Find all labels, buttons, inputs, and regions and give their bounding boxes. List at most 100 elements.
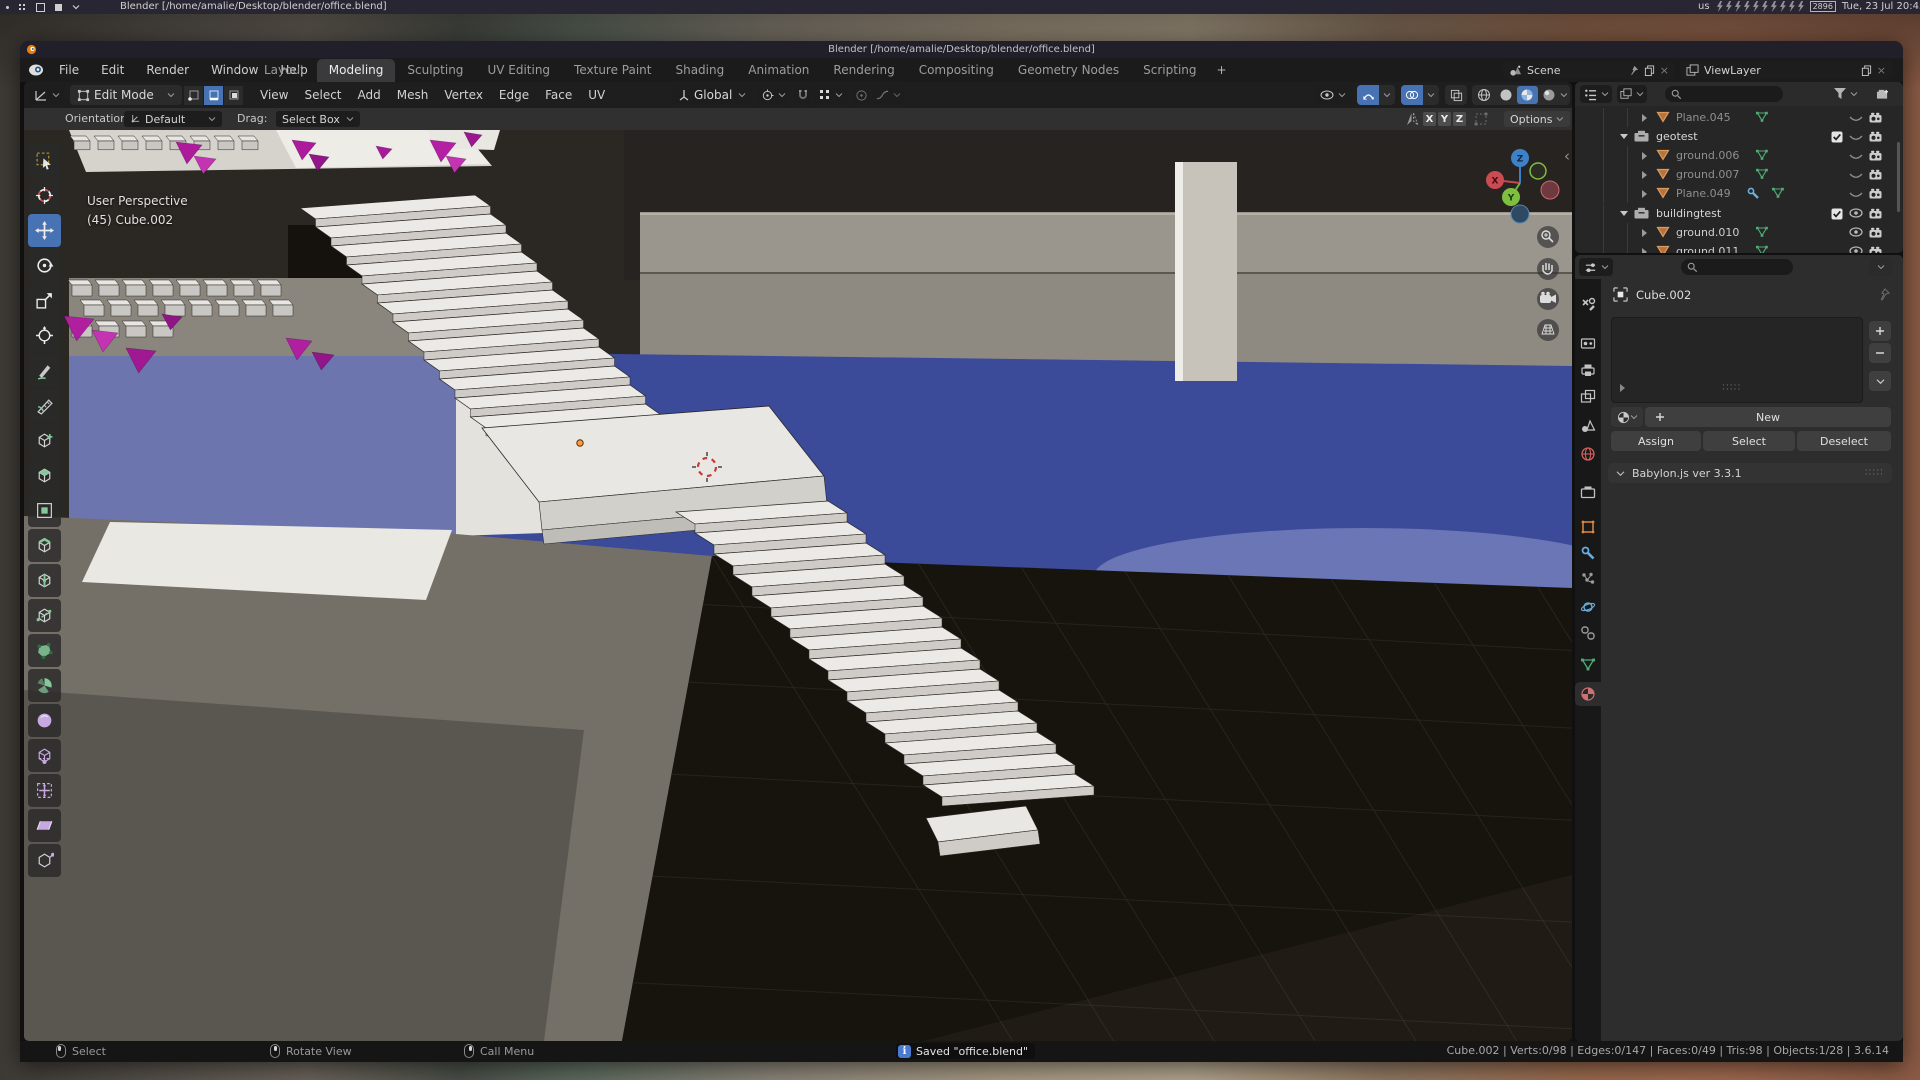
gizmo-dropdown[interactable] — [1379, 85, 1395, 105]
show-gizmo-toggle[interactable] — [1357, 85, 1379, 105]
properties-editor-type-button[interactable] — [1579, 258, 1613, 276]
eye-closed-icon[interactable] — [1849, 152, 1863, 162]
properties-tab-collection[interactable] — [1575, 480, 1601, 504]
outliner-item-label[interactable]: ground.011 — [1676, 245, 1739, 253]
camera-visibility-icon[interactable] — [1869, 227, 1882, 238]
outliner-row-ground.006[interactable]: ground.006 — [1575, 146, 1903, 165]
menu-edit[interactable]: Edit — [92, 61, 133, 79]
add-material-slot-button[interactable] — [1869, 321, 1891, 341]
properties-tab-object-data[interactable] — [1575, 653, 1601, 677]
mirror-y-toggle[interactable]: Y — [1438, 112, 1451, 126]
new-material-button[interactable]: New — [1645, 407, 1891, 427]
tool-poly-build[interactable] — [28, 634, 61, 667]
orientation-dropdown[interactable]: Default — [124, 111, 222, 127]
tool-spin[interactable] — [28, 669, 61, 702]
tool-shrink-fatten[interactable] — [28, 774, 61, 807]
shading-wireframe-button[interactable] — [1474, 86, 1495, 104]
pivot-point-dropdown[interactable] — [758, 85, 788, 105]
properties-tab-particles[interactable] — [1575, 567, 1601, 591]
material-slot-list[interactable]: ·········· — [1611, 317, 1863, 403]
collection-checkbox[interactable] — [1831, 208, 1843, 220]
new-copy-icon[interactable] — [1644, 65, 1655, 76]
properties-search-input[interactable] — [1681, 259, 1793, 275]
window-manager-icons[interactable] — [6, 2, 80, 12]
menu-file[interactable]: File — [50, 61, 88, 79]
mode-dropdown[interactable]: Edit Mode — [70, 85, 182, 105]
face-select-button[interactable] — [224, 86, 243, 105]
xray-toggle[interactable] — [1445, 85, 1467, 105]
new-copy-icon[interactable] — [1861, 65, 1872, 76]
eye-open-icon[interactable] — [1849, 246, 1863, 253]
outliner-item-label[interactable]: buildingtest — [1656, 207, 1721, 220]
viewport-menu-add[interactable]: Add — [350, 88, 389, 102]
assign-button[interactable]: Assign — [1611, 431, 1701, 451]
outliner-item-label[interactable]: Plane.049 — [1676, 187, 1731, 200]
tool-loop-cut[interactable] — [28, 564, 61, 597]
shading-material-preview-button[interactable] — [1517, 86, 1538, 104]
viewport-menu-select[interactable]: Select — [296, 88, 349, 102]
tool-scale[interactable] — [28, 284, 61, 317]
workspace-tab-sculpting[interactable]: Sculpting — [395, 59, 475, 82]
scene-selector[interactable]: Scene × — [1503, 61, 1675, 79]
tool-inset-faces[interactable] — [28, 494, 61, 527]
viewport-menu-uv[interactable]: UV — [580, 88, 613, 102]
workspace-tab-shading[interactable]: Shading — [663, 59, 736, 82]
overlays-dropdown[interactable] — [1423, 85, 1439, 105]
eye-closed-icon[interactable] — [1849, 190, 1863, 200]
outliner-row-plane.049[interactable]: Plane.049 — [1575, 184, 1903, 203]
snap-with-dropdown[interactable] — [814, 85, 848, 105]
collection-checkbox[interactable] — [1831, 131, 1843, 143]
show-overlays-toggle[interactable] — [1401, 85, 1423, 105]
os-clock[interactable]: Tue, 23 Jul 20:45 — [1842, 1, 1920, 12]
outliner-scrollbar[interactable] — [1897, 142, 1900, 212]
properties-tab-modifiers[interactable] — [1575, 541, 1601, 565]
camera-visibility-icon[interactable] — [1869, 112, 1882, 123]
workspace-tab-animation[interactable]: Animation — [736, 59, 821, 82]
remove-material-slot-button[interactable] — [1869, 343, 1891, 363]
workspace-tab-modeling[interactable]: Modeling — [317, 59, 396, 82]
pin-icon[interactable] — [1628, 65, 1639, 76]
new-collection-button[interactable] — [1871, 85, 1893, 103]
tool-bevel[interactable] — [28, 529, 61, 562]
tool-move[interactable] — [28, 214, 61, 247]
browse-material-dropdown[interactable] — [1611, 407, 1643, 427]
outliner-row-ground.007[interactable]: ground.007 — [1575, 165, 1903, 184]
editor-type-button[interactable] — [30, 85, 64, 105]
view-layer-selector[interactable]: ViewLayer × — [1680, 61, 1892, 79]
workspace-tab-rendering[interactable]: Rendering — [821, 59, 906, 82]
pin-icon[interactable] — [1877, 288, 1890, 301]
tool-transform[interactable] — [28, 319, 61, 352]
tool-rotate[interactable] — [28, 249, 61, 282]
viewport-menu-mesh[interactable]: Mesh — [389, 88, 437, 102]
mirror-z-toggle[interactable]: Z — [1453, 112, 1466, 126]
tool-add-cube[interactable] — [28, 424, 61, 457]
workspace-tab-geometry-nodes[interactable]: Geometry Nodes — [1006, 59, 1131, 82]
unlink-icon[interactable]: × — [1660, 64, 1669, 77]
eye-closed-icon[interactable] — [1849, 114, 1863, 124]
options-dropdown[interactable]: Options — [1504, 111, 1570, 127]
remove-icon[interactable]: × — [1877, 64, 1886, 77]
properties-tab-view-layer[interactable] — [1575, 385, 1601, 409]
outliner-row-plane.045[interactable]: Plane.045 — [1575, 108, 1903, 127]
properties-tab-output[interactable] — [1575, 358, 1601, 382]
camera-visibility-icon[interactable] — [1869, 246, 1882, 254]
outliner-display-mode-dropdown[interactable] — [1580, 85, 1612, 103]
tool-shear[interactable] — [28, 809, 61, 842]
camera-visibility-icon[interactable] — [1869, 150, 1882, 161]
menu-render[interactable]: Render — [137, 61, 198, 79]
properties-tab-material[interactable] — [1575, 682, 1601, 706]
camera-visibility-icon[interactable] — [1869, 169, 1882, 180]
eye-open-icon[interactable] — [1849, 208, 1863, 218]
workspace-tab-scripting[interactable]: Scripting — [1131, 59, 1208, 82]
addon-panel-header[interactable]: Babylon.js ver 3.3.1 ·········· — [1608, 463, 1892, 483]
workspace-tab-texture-paint[interactable]: Texture Paint — [562, 59, 663, 82]
edge-select-button[interactable] — [204, 86, 223, 105]
mirror-icon[interactable] — [1405, 112, 1420, 126]
drag-dropdown[interactable]: Select Box — [276, 111, 360, 127]
properties-tab-object[interactable] — [1575, 515, 1601, 539]
outliner-item-label[interactable]: geotest — [1656, 130, 1698, 143]
viewport-menu-edge[interactable]: Edge — [491, 88, 537, 102]
outliner-search-input[interactable] — [1665, 86, 1783, 102]
tool-rip-region[interactable] — [28, 844, 61, 877]
outliner-row-geotest[interactable]: geotest — [1575, 127, 1903, 146]
